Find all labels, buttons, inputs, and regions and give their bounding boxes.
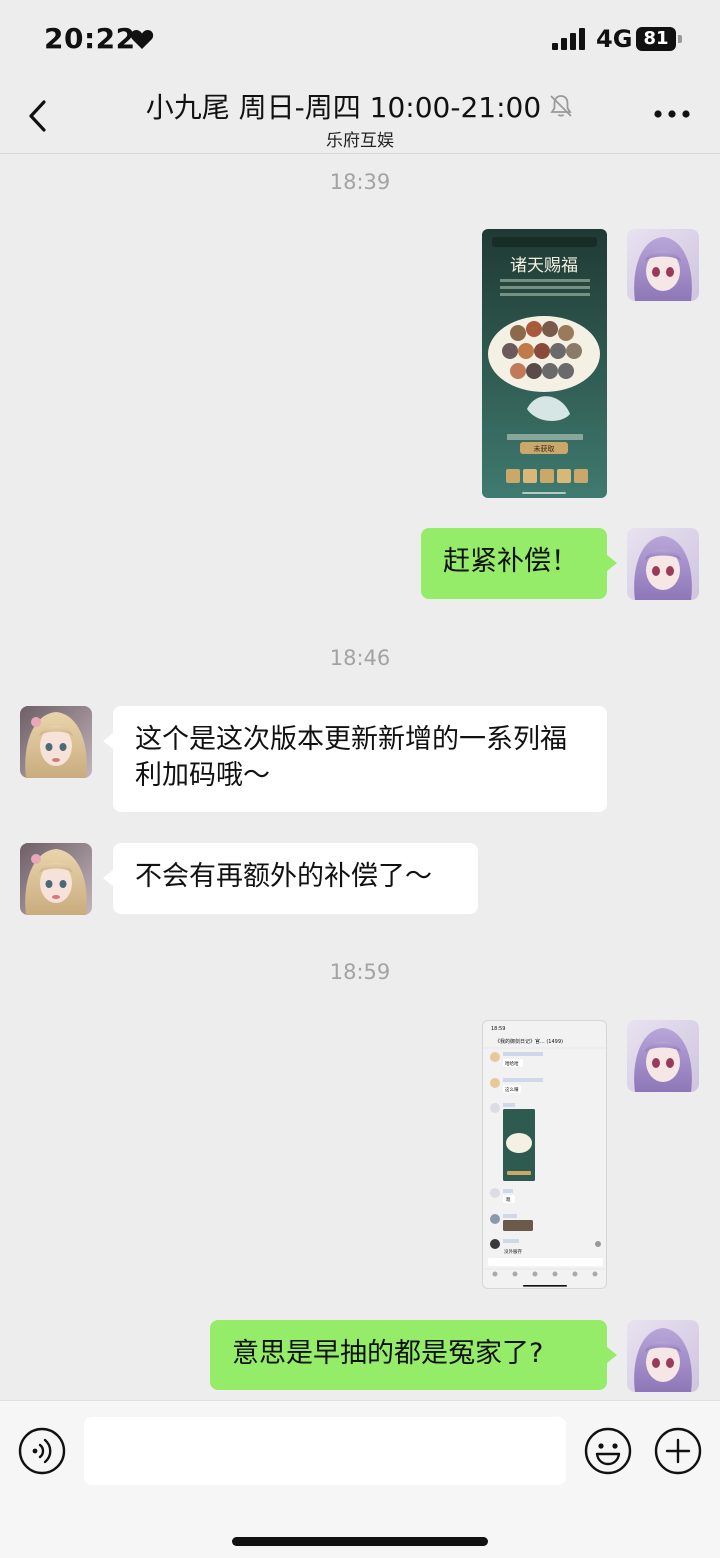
chat-header: 小九尾 周日-周四 10:00-21:00 乐府互娱 <box>0 78 720 154</box>
status-bar: 20:22 4G 81 <box>0 0 720 78</box>
network-label: 4G <box>596 25 633 53</box>
my-avatar[interactable] <box>627 1320 699 1392</box>
screenshot-line: 哈哈哈 <box>505 1060 519 1067</box>
plus-icon[interactable] <box>654 1427 702 1475</box>
message-bubble-me[interactable]: 意思是早抽的都是冤家了? <box>210 1320 617 1390</box>
chat-title-block[interactable]: 小九尾 周日-周四 10:00-21:00 乐府互娱 <box>100 86 620 151</box>
game-image-title: 诸天赐福 <box>510 256 578 276</box>
message-bubble-them[interactable]: 不会有再额外的补偿了～ <box>103 843 478 914</box>
contact-avatar[interactable] <box>20 706 92 778</box>
game-image-button: 未获取 <box>534 444 555 453</box>
message-text: 这个是这次版本更新新增的一系列福利加码哦～ <box>135 724 567 791</box>
chat-subtitle: 乐府互娱 <box>326 131 394 151</box>
message-text: 赶紧补偿！ <box>443 546 578 577</box>
timestamp: 18:59 <box>329 960 391 984</box>
screenshot-time: 18:59 <box>491 1026 505 1032</box>
timestamp: 18:46 <box>329 646 391 670</box>
screenshot-line: 没外服存 <box>504 1248 522 1255</box>
status-time: 20:22 <box>44 22 136 55</box>
image-message[interactable]: 18:59 《我的御剑日记》官... (1499) 哈哈哈 这么赚 嗯 没外服存 <box>482 1020 607 1289</box>
image-message[interactable]: 诸天赐福 未获取 <box>482 229 607 498</box>
message-bubble-me[interactable]: 赶紧补偿！ <box>421 528 617 599</box>
screenshot-title: 《我的御剑日记》官... (1499) <box>495 1038 563 1045</box>
signal-icon <box>552 28 585 50</box>
battery-level: 81 <box>636 27 676 51</box>
voice-icon[interactable] <box>18 1427 66 1475</box>
chat-screenshot-image: 18:59 《我的御剑日记》官... (1499) 哈哈哈 这么赚 嗯 没外服存 <box>483 1021 606 1288</box>
my-avatar[interactable] <box>627 229 699 301</box>
contact-avatar[interactable] <box>20 843 92 915</box>
heart-icon <box>130 29 154 49</box>
home-indicator <box>232 1537 488 1546</box>
my-avatar[interactable] <box>627 1020 699 1092</box>
game-screenshot-image: 诸天赐福 未获取 <box>482 229 607 498</box>
more-icon[interactable] <box>652 108 692 120</box>
back-icon[interactable] <box>24 96 52 136</box>
input-bar <box>0 1400 720 1558</box>
timestamp: 18:39 <box>329 170 391 194</box>
my-avatar[interactable] <box>627 528 699 600</box>
battery-icon: 81 <box>636 27 682 51</box>
emoji-icon[interactable] <box>584 1427 632 1475</box>
message-text: 意思是早抽的都是冤家了? <box>232 1338 544 1369</box>
chat-title: 小九尾 周日-周四 10:00-21:00 <box>145 91 542 124</box>
mute-bell-icon <box>550 95 572 117</box>
screenshot-line: 嗯 <box>506 1197 511 1203</box>
message-bubble-them[interactable]: 这个是这次版本更新新增的一系列福利加码哦～ <box>103 706 607 812</box>
screenshot-line: 这么赚 <box>505 1086 519 1093</box>
message-text: 不会有再额外的补偿了～ <box>135 861 432 892</box>
message-input[interactable] <box>84 1417 566 1485</box>
